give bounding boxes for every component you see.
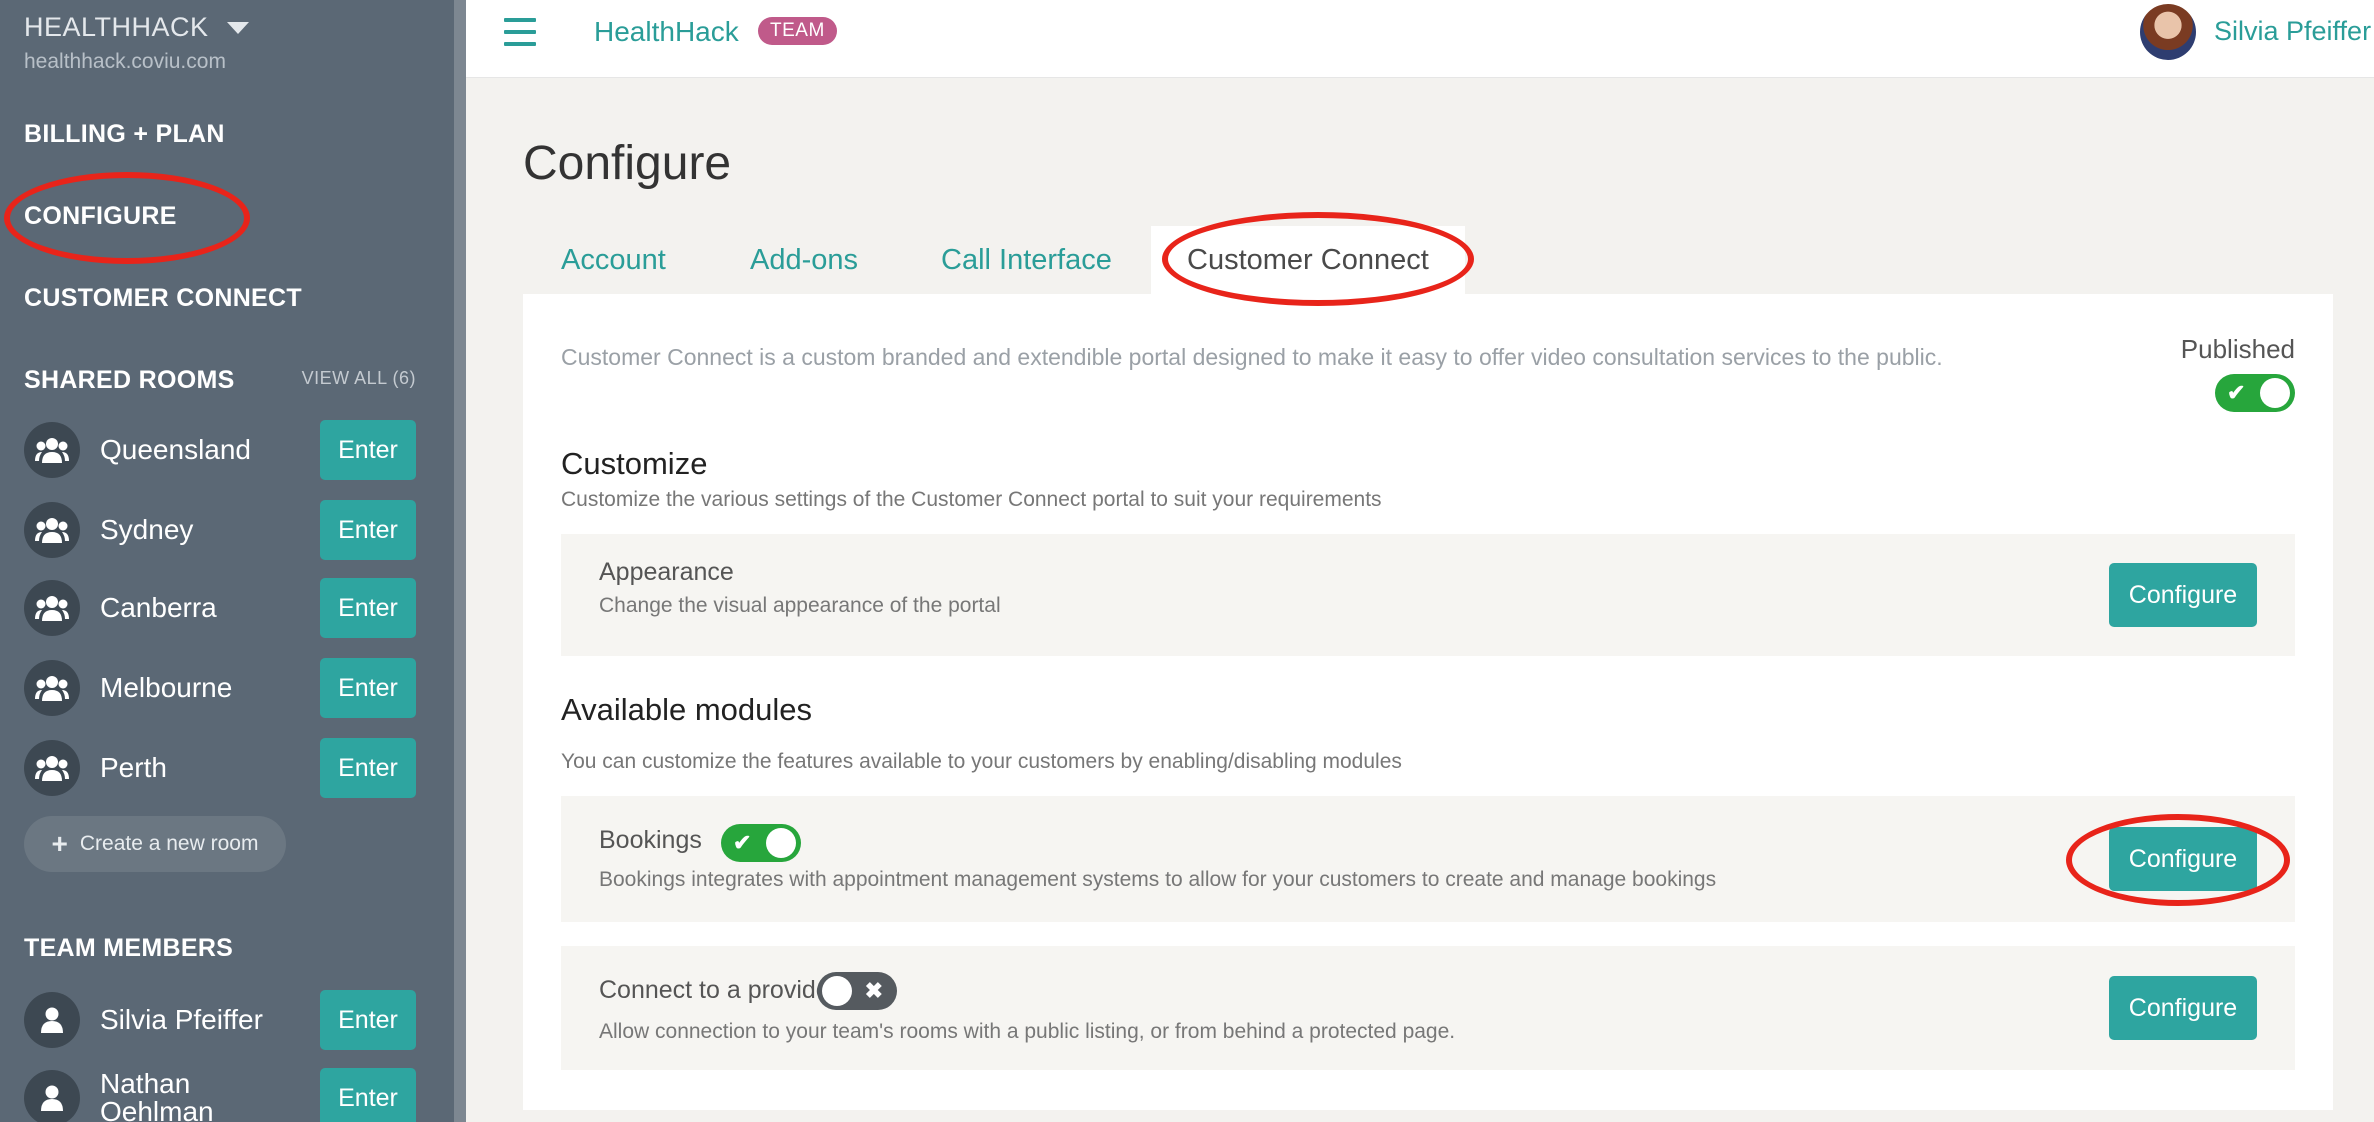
room-name: Queensland [100, 434, 252, 465]
enter-room-button[interactable]: Enter [320, 658, 416, 718]
customize-heading: Customize [561, 446, 708, 481]
bookings-toggle[interactable]: ✔ [721, 824, 801, 862]
configure-appearance-button[interactable]: Configure [2109, 563, 2257, 627]
appearance-card: Appearance Change the visual appearance … [561, 534, 2295, 656]
customize-subtitle: Customize the various settings of the Cu… [561, 488, 1382, 511]
person-icon [24, 1070, 80, 1122]
customer-connect-panel: Customer Connect is a custom branded and… [523, 294, 2333, 1110]
module-card-bookings: Bookings ✔ Bookings integrates with appo… [561, 796, 2295, 922]
group-icon [24, 660, 80, 716]
room-name: Canberra [100, 592, 217, 623]
modules-subtitle: You can customize the features available… [561, 750, 1402, 773]
room-name: Sydney [100, 514, 194, 545]
caret-down-icon[interactable] [226, 21, 249, 34]
x-icon: ✖ [864, 978, 883, 1003]
connect-provider-title: Connect to a provider [599, 976, 839, 1004]
enter-member-room-button[interactable]: Enter [320, 990, 416, 1050]
team-url: healthhack.coviu.com [24, 50, 226, 73]
toggle-knob [2260, 378, 2290, 408]
page-title: Configure [523, 137, 732, 190]
hamburger-icon[interactable] [504, 18, 536, 46]
create-room-label: Create a new room [79, 832, 259, 855]
appearance-title: Appearance [599, 558, 734, 586]
tab-customer-connect[interactable]: Customer Connect [1151, 226, 1465, 294]
toggle-knob [766, 828, 796, 858]
connect-provider-toggle[interactable]: ✖ [817, 972, 897, 1010]
group-icon [24, 502, 80, 558]
room-row: Queensland Enter [24, 420, 416, 480]
tab-account[interactable]: Account [561, 226, 666, 294]
room-row: Sydney Enter [24, 500, 416, 560]
group-icon [24, 740, 80, 796]
top-bar: HealthHack TEAM Silvia Pfeiffer [466, 0, 2374, 78]
tab-add-ons[interactable]: Add-ons [750, 226, 858, 294]
group-icon [24, 422, 80, 478]
member-name: Nathan Oehlman [100, 1068, 214, 1122]
enter-room-button[interactable]: Enter [320, 578, 416, 638]
sidebar: HEALTHHACK healthhack.coviu.com BILLING … [0, 0, 454, 1122]
room-row: Perth Enter [24, 738, 416, 798]
bookings-desc: Bookings integrates with appointment man… [599, 868, 1717, 891]
team-members-heading: TEAM MEMBERS [24, 934, 234, 962]
user-avatar[interactable] [2140, 4, 2196, 60]
group-icon [24, 580, 80, 636]
enter-room-button[interactable]: Enter [320, 420, 416, 480]
team-switcher[interactable]: HEALTHHACK [24, 12, 249, 43]
plus-icon: + [51, 828, 68, 859]
member-row: Nathan Oehlman Enter [24, 1068, 416, 1122]
person-icon [24, 992, 80, 1048]
published-label: Published [2180, 334, 2295, 364]
nav-customer-connect[interactable]: CUSTOMER CONNECT [24, 284, 302, 313]
bookings-title: Bookings [599, 826, 702, 854]
room-name: Perth [100, 752, 167, 783]
tab-call-interface[interactable]: Call Interface [941, 226, 1112, 294]
intro-text: Customer Connect is a custom branded and… [561, 344, 1943, 370]
configure-bookings-button[interactable]: Configure [2109, 827, 2257, 891]
member-row: Silvia Pfeiffer Enter [24, 990, 416, 1050]
team-badge: TEAM [758, 17, 837, 45]
room-row: Melbourne Enter [24, 658, 416, 718]
configure-connect-provider-button[interactable]: Configure [2109, 976, 2257, 1040]
appearance-desc: Change the visual appearance of the port… [599, 594, 1001, 617]
enter-room-button[interactable]: Enter [320, 500, 416, 560]
published-toggle[interactable]: ✔ [2215, 374, 2295, 412]
enter-room-button[interactable]: Enter [320, 738, 416, 798]
module-card-connect-provider: Connect to a provider ✖ Allow connection… [561, 946, 2295, 1070]
user-name[interactable]: Silvia Pfeiffer [2214, 16, 2371, 47]
sidebar-resize-edge [454, 0, 466, 1122]
shared-rooms-heading: SHARED ROOMS [24, 366, 235, 394]
nav-billing-plan[interactable]: BILLING + PLAN [24, 120, 225, 149]
team-name: HEALTHHACK [24, 12, 209, 42]
nav-configure[interactable]: CONFIGURE [24, 202, 177, 231]
room-row: Canberra Enter [24, 578, 416, 638]
modules-heading: Available modules [561, 692, 813, 727]
connect-provider-desc: Allow connection to your team's rooms wi… [599, 1020, 1456, 1043]
enter-member-room-button[interactable]: Enter [320, 1068, 416, 1122]
check-icon: ✔ [733, 830, 752, 855]
toggle-knob [822, 976, 852, 1006]
check-icon: ✔ [2227, 380, 2246, 405]
member-name: Silvia Pfeiffer [100, 1004, 263, 1035]
view-all-rooms-link[interactable]: VIEW ALL (6) [302, 368, 416, 389]
room-name: Melbourne [100, 672, 233, 703]
create-room-button[interactable]: + Create a new room [24, 816, 286, 872]
brand-link[interactable]: HealthHack [594, 16, 739, 48]
